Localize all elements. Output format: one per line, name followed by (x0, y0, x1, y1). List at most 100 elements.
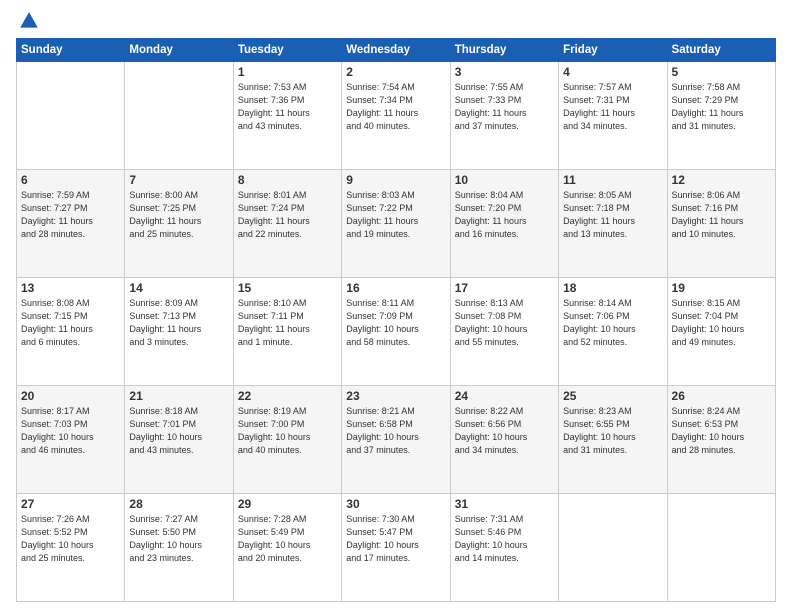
day-info: Sunrise: 7:53 AM Sunset: 7:36 PM Dayligh… (238, 81, 337, 133)
day-number: 31 (455, 497, 554, 511)
day-number: 3 (455, 65, 554, 79)
day-info: Sunrise: 8:04 AM Sunset: 7:20 PM Dayligh… (455, 189, 554, 241)
day-number: 13 (21, 281, 120, 295)
day-cell: 14Sunrise: 8:09 AM Sunset: 7:13 PM Dayli… (125, 278, 233, 386)
day-number: 25 (563, 389, 662, 403)
day-number: 16 (346, 281, 445, 295)
day-number: 11 (563, 173, 662, 187)
day-info: Sunrise: 7:31 AM Sunset: 5:46 PM Dayligh… (455, 513, 554, 565)
logo (16, 10, 40, 32)
day-number: 24 (455, 389, 554, 403)
week-row-2: 13 Sunrise: 8:08 AM Sunset: 7:15 PM Dayli… (17, 278, 776, 386)
day-info: Sunrise: 8:22 AM Sunset: 6:56 PM Dayligh… (455, 405, 554, 457)
day-cell: 18 Sunrise: 8:14 AM Sunset: 7:06 PM Dayli… (559, 278, 667, 386)
day-cell: 6 Sunrise: 7:59 AM Sunset: 7:27 PM Daylig… (17, 170, 125, 278)
day-info: Sunrise: 8:19 AM Sunset: 7:00 PM Dayligh… (238, 405, 337, 457)
day-info: Sunrise: 7:30 AM Sunset: 5:47 PM Dayligh… (346, 513, 445, 565)
day-info: Sunrise: 7:54 AM Sunset: 7:34 PM Dayligh… (346, 81, 445, 133)
day-cell: 4Sunrise: 7:57 AM Sunset: 7:31 PM Daylig… (559, 62, 667, 170)
day-number: 7 (129, 173, 228, 187)
day-number: 18 (563, 281, 662, 295)
day-cell: 20Sunrise: 8:17 AM Sunset: 7:03 PM Dayli… (17, 386, 125, 494)
col-header-wednesday: Wednesday (342, 39, 450, 62)
day-info: Sunrise: 8:05 AM Sunset: 7:18 PM Dayligh… (563, 189, 662, 241)
day-cell: 31 Sunrise: 7:31 AM Sunset: 5:46 PM Dayli… (450, 494, 558, 602)
day-number: 5 (672, 65, 771, 79)
day-info: Sunrise: 8:03 AM Sunset: 7:22 PM Dayligh… (346, 189, 445, 241)
day-info: Sunrise: 7:27 AM Sunset: 5:50 PM Dayligh… (129, 513, 228, 565)
day-number: 15 (238, 281, 337, 295)
day-info: Sunrise: 8:11 AM Sunset: 7:09 PM Dayligh… (346, 297, 445, 349)
day-info: Sunrise: 8:13 AM Sunset: 7:08 PM Dayligh… (455, 297, 554, 349)
day-info: Sunrise: 8:14 AM Sunset: 7:06 PM Dayligh… (563, 297, 662, 349)
col-header-tuesday: Tuesday (233, 39, 341, 62)
day-cell (667, 494, 775, 602)
day-cell: 19 Sunrise: 8:15 AM Sunset: 7:04 PM Dayli… (667, 278, 775, 386)
day-cell: 12 Sunrise: 8:06 AM Sunset: 7:16 PM Dayli… (667, 170, 775, 278)
day-number: 19 (672, 281, 771, 295)
day-cell: 5Sunrise: 7:58 AM Sunset: 7:29 PM Daylig… (667, 62, 775, 170)
day-info: Sunrise: 8:01 AM Sunset: 7:24 PM Dayligh… (238, 189, 337, 241)
day-cell: 17 Sunrise: 8:13 AM Sunset: 7:08 PM Dayli… (450, 278, 558, 386)
day-info: Sunrise: 8:09 AM Sunset: 7:13 PM Dayligh… (129, 297, 228, 349)
day-number: 26 (672, 389, 771, 403)
week-row-0: 1 Sunrise: 7:53 AM Sunset: 7:36 PM Daylig… (17, 62, 776, 170)
page: SundayMondayTuesdayWednesdayThursdayFrid… (0, 0, 792, 612)
day-cell (559, 494, 667, 602)
week-row-3: 20Sunrise: 8:17 AM Sunset: 7:03 PM Dayli… (17, 386, 776, 494)
day-number: 28 (129, 497, 228, 511)
day-cell: 13 Sunrise: 8:08 AM Sunset: 7:15 PM Dayli… (17, 278, 125, 386)
day-number: 21 (129, 389, 228, 403)
day-cell: 28 Sunrise: 7:27 AM Sunset: 5:50 PM Dayli… (125, 494, 233, 602)
day-cell: 27Sunrise: 7:26 AM Sunset: 5:52 PM Dayli… (17, 494, 125, 602)
day-info: Sunrise: 8:18 AM Sunset: 7:01 PM Dayligh… (129, 405, 228, 457)
day-info: Sunrise: 7:55 AM Sunset: 7:33 PM Dayligh… (455, 81, 554, 133)
day-cell: 9 Sunrise: 8:03 AM Sunset: 7:22 PM Daylig… (342, 170, 450, 278)
day-info: Sunrise: 8:08 AM Sunset: 7:15 PM Dayligh… (21, 297, 120, 349)
day-info: Sunrise: 8:23 AM Sunset: 6:55 PM Dayligh… (563, 405, 662, 457)
day-cell: 21 Sunrise: 8:18 AM Sunset: 7:01 PM Dayli… (125, 386, 233, 494)
day-number: 17 (455, 281, 554, 295)
col-header-monday: Monday (125, 39, 233, 62)
day-number: 29 (238, 497, 337, 511)
day-number: 1 (238, 65, 337, 79)
day-number: 12 (672, 173, 771, 187)
day-info: Sunrise: 8:00 AM Sunset: 7:25 PM Dayligh… (129, 189, 228, 241)
day-info: Sunrise: 8:10 AM Sunset: 7:11 PM Dayligh… (238, 297, 337, 349)
day-number: 8 (238, 173, 337, 187)
day-info: Sunrise: 8:24 AM Sunset: 6:53 PM Dayligh… (672, 405, 771, 457)
day-cell: 11 Sunrise: 8:05 AM Sunset: 7:18 PM Dayli… (559, 170, 667, 278)
week-row-1: 6 Sunrise: 7:59 AM Sunset: 7:27 PM Daylig… (17, 170, 776, 278)
day-number: 22 (238, 389, 337, 403)
header (16, 10, 776, 32)
day-info: Sunrise: 8:17 AM Sunset: 7:03 PM Dayligh… (21, 405, 120, 457)
week-row-4: 27Sunrise: 7:26 AM Sunset: 5:52 PM Dayli… (17, 494, 776, 602)
day-number: 23 (346, 389, 445, 403)
day-info: Sunrise: 8:06 AM Sunset: 7:16 PM Dayligh… (672, 189, 771, 241)
day-cell: 1 Sunrise: 7:53 AM Sunset: 7:36 PM Daylig… (233, 62, 341, 170)
calendar: SundayMondayTuesdayWednesdayThursdayFrid… (16, 38, 776, 602)
day-info: Sunrise: 7:28 AM Sunset: 5:49 PM Dayligh… (238, 513, 337, 565)
logo-text (16, 10, 40, 32)
day-info: Sunrise: 7:59 AM Sunset: 7:27 PM Dayligh… (21, 189, 120, 241)
day-number: 30 (346, 497, 445, 511)
day-cell: 3 Sunrise: 7:55 AM Sunset: 7:33 PM Daylig… (450, 62, 558, 170)
day-cell: 29 Sunrise: 7:28 AM Sunset: 5:49 PM Dayli… (233, 494, 341, 602)
col-header-saturday: Saturday (667, 39, 775, 62)
day-info: Sunrise: 8:15 AM Sunset: 7:04 PM Dayligh… (672, 297, 771, 349)
calendar-header-row: SundayMondayTuesdayWednesdayThursdayFrid… (17, 39, 776, 62)
day-number: 27 (21, 497, 120, 511)
day-cell: 2Sunrise: 7:54 AM Sunset: 7:34 PM Daylig… (342, 62, 450, 170)
col-header-sunday: Sunday (17, 39, 125, 62)
day-number: 10 (455, 173, 554, 187)
day-cell: 15 Sunrise: 8:10 AM Sunset: 7:11 PM Dayli… (233, 278, 341, 386)
day-cell: 23Sunrise: 8:21 AM Sunset: 6:58 PM Dayli… (342, 386, 450, 494)
day-cell: 8 Sunrise: 8:01 AM Sunset: 7:24 PM Daylig… (233, 170, 341, 278)
col-header-thursday: Thursday (450, 39, 558, 62)
day-cell: 10 Sunrise: 8:04 AM Sunset: 7:20 PM Dayli… (450, 170, 558, 278)
day-cell: 25 Sunrise: 8:23 AM Sunset: 6:55 PM Dayli… (559, 386, 667, 494)
day-number: 4 (563, 65, 662, 79)
day-number: 6 (21, 173, 120, 187)
day-cell: 26 Sunrise: 8:24 AM Sunset: 6:53 PM Dayli… (667, 386, 775, 494)
day-number: 9 (346, 173, 445, 187)
